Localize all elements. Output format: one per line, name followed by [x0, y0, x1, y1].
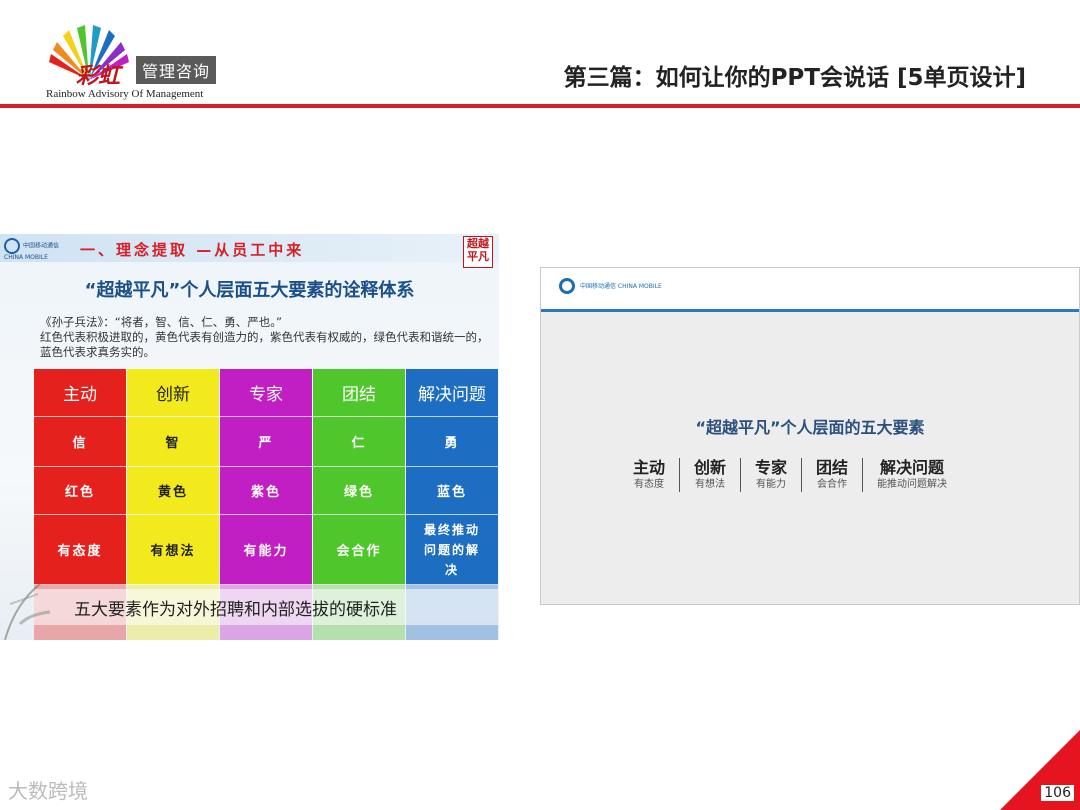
china-mobile-icon [4, 238, 20, 254]
china-mobile-text: 中国移动通信 CHINA MOBILE [580, 282, 662, 290]
right-slide-title: “超越平凡”个人层面的五大要素 [695, 418, 925, 437]
element-item: 团结 会合作 [801, 458, 862, 492]
criteria-banner-text: 五大要素作为对外招聘和内部选拔的硬标准 [74, 599, 397, 620]
right-slide-divider [541, 309, 1079, 312]
right-slide-image: 中国移动通信 CHINA MOBILE “超越平凡”个人层面的五大要素 主动 有… [540, 267, 1080, 605]
header-divider [0, 104, 1080, 108]
element-sub: 有能力 [756, 479, 787, 490]
column-virtue: 信 [34, 417, 126, 467]
column-color-name: 红色 [34, 467, 126, 515]
column-virtue: 仁 [313, 417, 405, 467]
column-virtue: 严 [220, 417, 312, 467]
element-name: 专家 [755, 458, 788, 477]
left-slide-description: 红色代表积极进取的，黄色代表有创造力的，紫色代表有权威的，绿色代表和谐统一的，蓝… [40, 330, 489, 359]
left-slide-heading: 一、理念提取 —从员工中来 [80, 241, 305, 259]
column-trait: 有能力 [220, 515, 312, 585]
left-slide-image: 中国移动通信 CHINA MOBILE 一、理念提取 —从员工中来 超越 平凡 “… [0, 234, 499, 640]
brand-box: 管理咨询 [136, 56, 217, 84]
china-mobile-icon [559, 278, 575, 294]
criteria-banner: 五大要素作为对外招聘和内部选拔的硬标准 [34, 589, 498, 625]
brand-en: Rainbow Advisory Of Management [46, 88, 204, 100]
element-item: 主动 有态度 [633, 458, 679, 492]
column-color-name: 紫色 [220, 467, 312, 515]
column-virtue: 勇 [406, 417, 498, 467]
element-item: 解决问题 能推动问题解决 [862, 458, 961, 492]
column-trait: 最终推动问题的解决 [406, 515, 498, 585]
column-trait: 会合作 [313, 515, 405, 585]
left-slide-quote: 《孙子兵法》：“将者，智、信、仁、勇、严也。” [40, 315, 282, 329]
brand-cn: 彩虹 [76, 63, 121, 89]
column-trait: 有想法 [127, 515, 219, 585]
china-mobile-logo: 中国移动通信 CHINA MOBILE [4, 238, 74, 261]
left-slide-title: “超越平凡”个人层面五大要素的诠释体系 [84, 280, 415, 301]
page-title: 第三篇：如何让你的PPT会说话 [5单页设计] [563, 65, 1026, 91]
column-color-name: 绿色 [313, 467, 405, 515]
element-name: 解决问题 [880, 458, 945, 477]
seal-stamp: 超越 平凡 [463, 236, 493, 268]
column-header: 解决问题 [406, 369, 498, 417]
column-header: 主动 [34, 369, 126, 417]
element-name: 创新 [694, 458, 727, 477]
china-mobile-logo: 中国移动通信 CHINA MOBILE [559, 278, 662, 294]
element-name: 团结 [816, 458, 849, 477]
column-header: 专家 [220, 369, 312, 417]
column-header: 创新 [127, 369, 219, 417]
column-color-name: 蓝色 [406, 467, 498, 515]
elements-list: 主动 有态度 创新 有想法 专家 有能力 团结 会合作 解决问题 能推动问题解决 [633, 458, 961, 492]
element-item: 创新 有想法 [679, 458, 740, 492]
element-sub: 会合作 [817, 479, 848, 490]
element-sub: 能推动问题解决 [877, 479, 948, 490]
rainbow-logo: 彩虹 管理咨询 Rainbow Advisory Of Management [44, 22, 224, 104]
ink-bamboo-decoration [4, 583, 51, 640]
column-virtue: 智 [127, 417, 219, 467]
element-item: 专家 有能力 [740, 458, 801, 492]
watermark: 大数跨境 [8, 779, 88, 803]
column-header: 团结 [313, 369, 405, 417]
element-name: 主动 [633, 458, 666, 477]
column-color-name: 黄色 [127, 467, 219, 515]
page-number: 106 [1041, 785, 1074, 801]
element-sub: 有想法 [695, 479, 726, 490]
element-sub: 有态度 [634, 479, 664, 490]
